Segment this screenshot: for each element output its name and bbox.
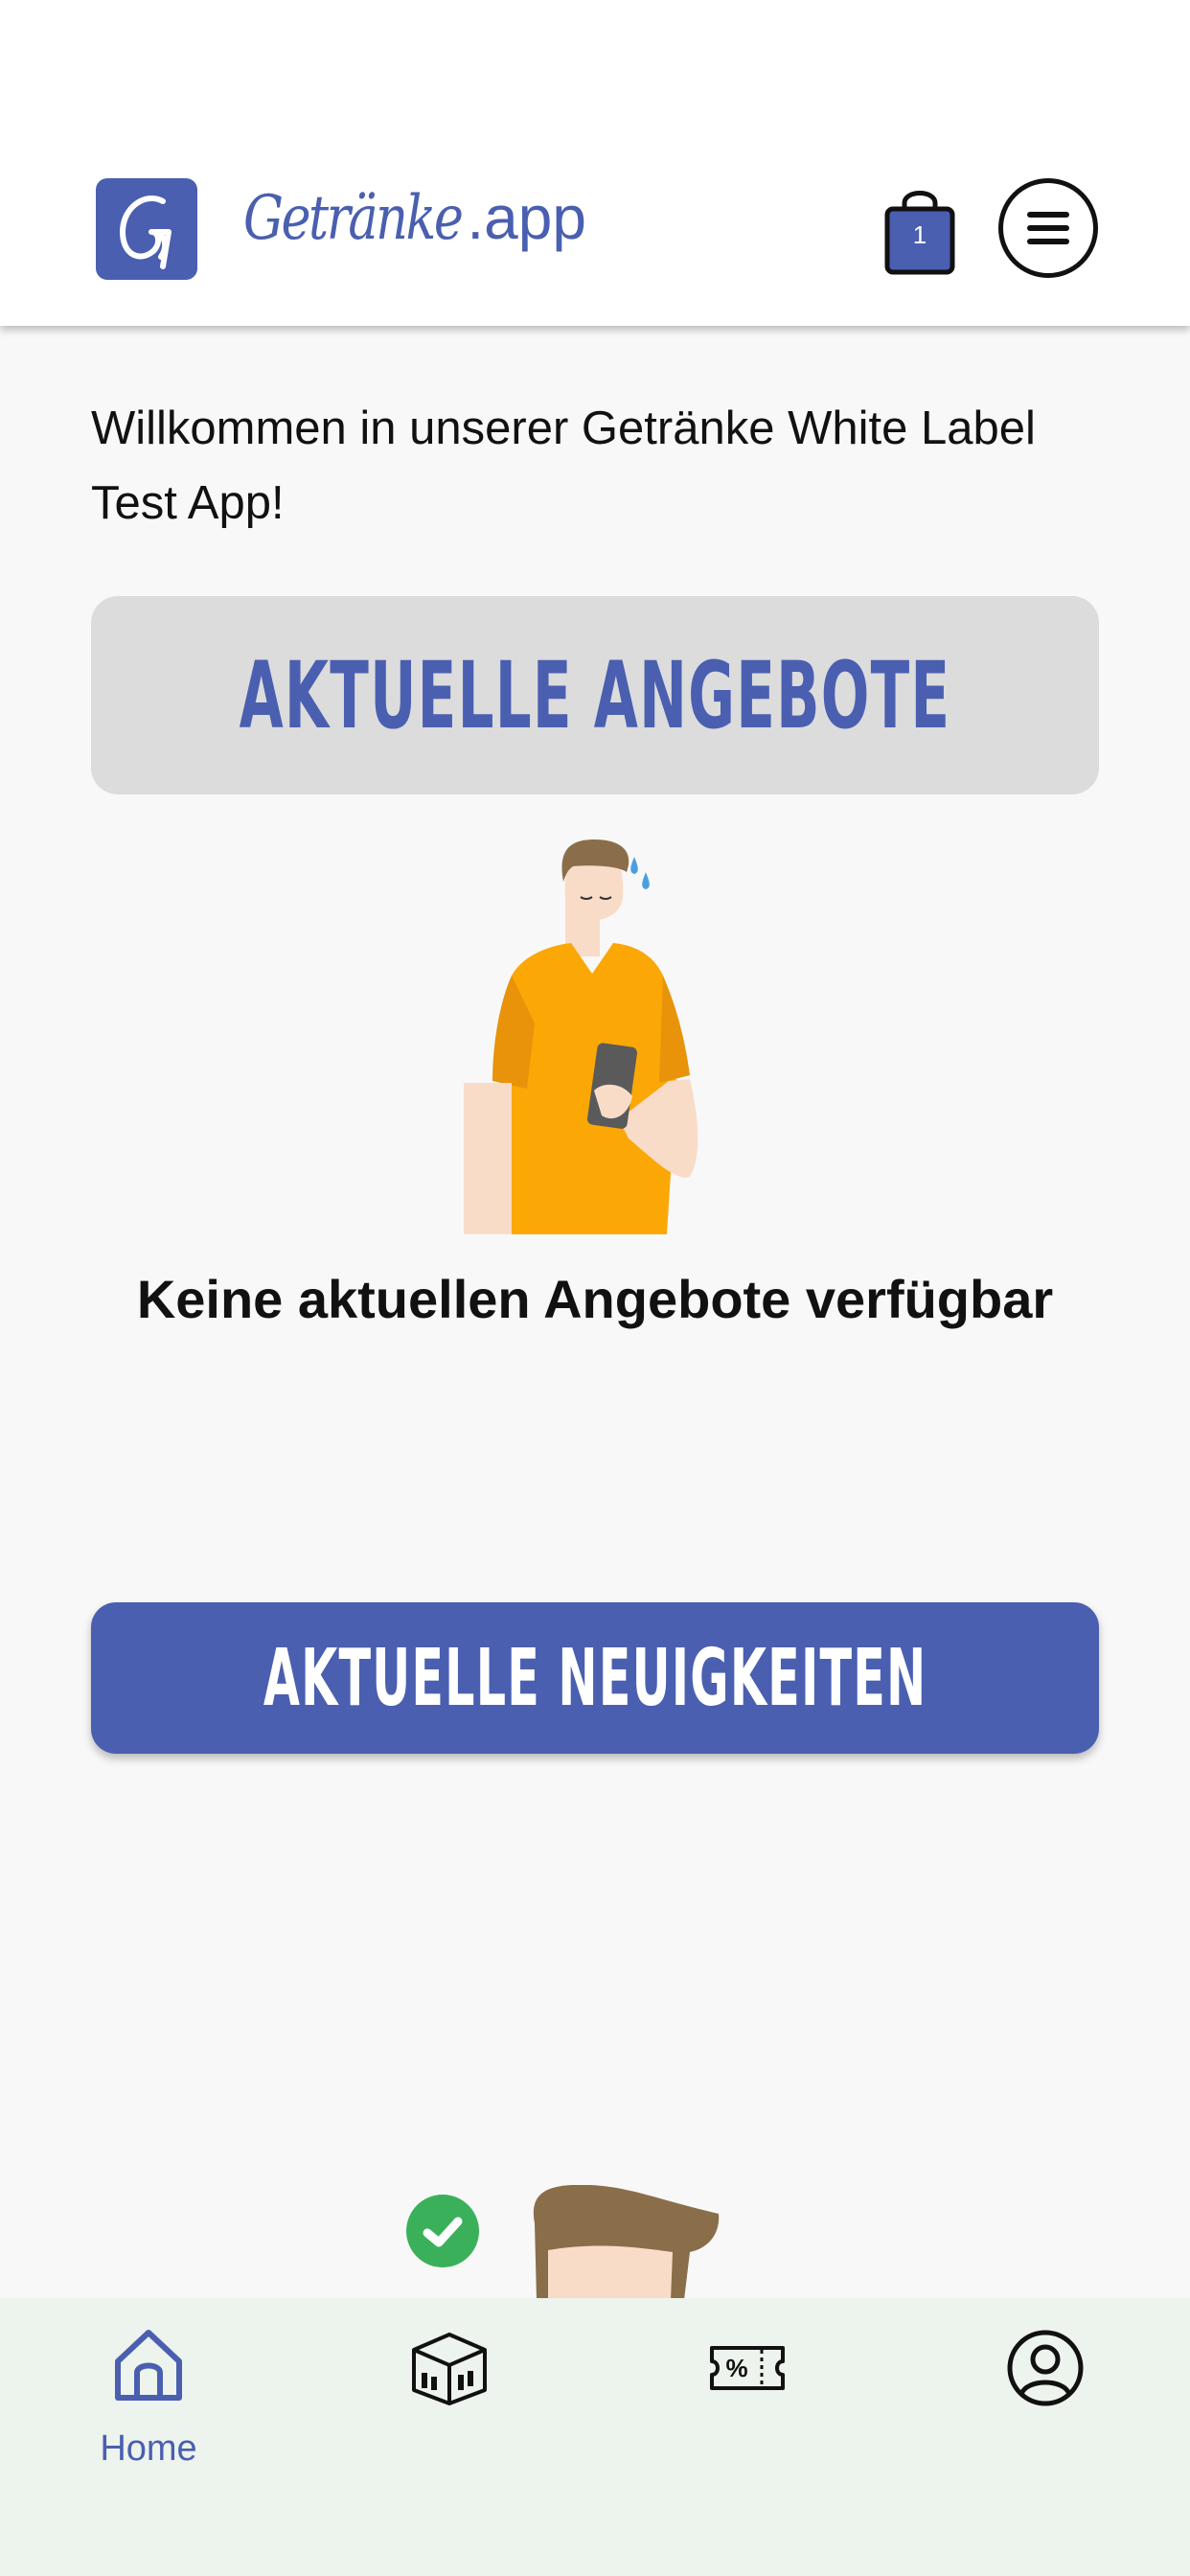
nav-item-products[interactable] (370, 2327, 523, 2471)
no-offers-message: Keine aktuellen Angebote verfügbar (136, 1269, 1054, 1329)
cart-button[interactable]: 1 (880, 184, 960, 276)
coupon-icon: % (710, 2346, 785, 2390)
news-button[interactable]: Aktuelle Neuigkeiten (91, 1602, 1099, 1754)
app-logo[interactable] (96, 178, 197, 280)
offers-banner-title: Aktuelle Angebote (239, 641, 951, 749)
brand-suffix: .app (467, 183, 586, 252)
hamburger-menu-icon (1027, 212, 1069, 244)
nav-item-offers[interactable]: % (668, 2327, 821, 2471)
nav-item-profile[interactable] (966, 2327, 1119, 2471)
sweating-person-with-phone-icon (464, 840, 698, 1234)
welcome-text: Willkommen in unserer Getränke White Lab… (91, 402, 1036, 529)
logo-g-icon (120, 196, 172, 269)
news-illustration-peek (402, 2184, 747, 2304)
svg-text:%: % (725, 2354, 747, 2382)
profile-icon (1007, 2330, 1084, 2406)
menu-button[interactable] (998, 178, 1098, 278)
person-with-check-icon (406, 2184, 720, 2300)
news-button-label: Aktuelle Neuigkeiten (263, 1632, 927, 1724)
home-icon (115, 2330, 182, 2401)
brand-script: Getränke (243, 183, 464, 254)
brand-name: Getränke.app (243, 182, 586, 278)
app-header: Getränke.app 1 (0, 0, 1190, 326)
products-box-icon (412, 2333, 487, 2405)
cart-count-badge: 1 (912, 220, 927, 249)
bottom-navigation: Home % (0, 2298, 1190, 2576)
no-offers-illustration (450, 832, 738, 1238)
nav-item-home[interactable]: Home (72, 2327, 225, 2471)
offers-banner: Aktuelle Angebote (91, 596, 1099, 794)
nav-home-label: Home (100, 2428, 197, 2469)
